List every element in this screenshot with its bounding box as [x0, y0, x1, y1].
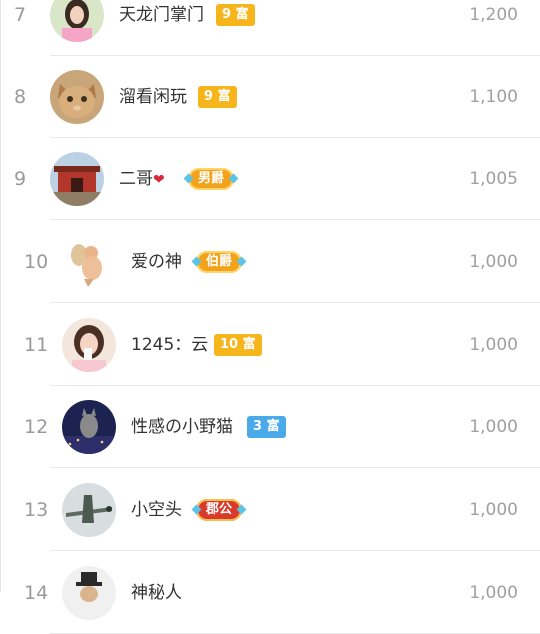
wealth-level-badge: 9 富 [216, 4, 255, 26]
gem-left-icon [191, 504, 202, 515]
noble-rank-badge: 郡公 [191, 499, 247, 521]
user-name[interactable]: 性感の小野猫 [131, 386, 233, 468]
gem-right-icon [228, 173, 239, 184]
rank-number: 11 [24, 334, 49, 356]
hat-man-avatar[interactable] [62, 566, 116, 620]
list-item[interactable]: 13 小空头 郡公 1,000 [0, 469, 540, 551]
user-name[interactable]: 爱の神 [131, 221, 182, 303]
gate-building-avatar[interactable] [50, 152, 104, 206]
gem-left-icon [191, 256, 202, 267]
badge-label: 伯爵 [206, 254, 233, 269]
user-name[interactable]: 小空头 [131, 469, 182, 551]
user-name[interactable]: 神秘人 [131, 552, 182, 634]
girl-photo-avatar[interactable] [62, 318, 116, 372]
list-item[interactable]: 10 爱の神 伯爵 1,000 [0, 221, 540, 303]
list-item[interactable]: 11 1245：云 10 富 1,000 [0, 304, 540, 386]
score-value: 1,005 [469, 169, 518, 189]
score-value: 1,000 [469, 500, 518, 520]
rank-number: 9 [14, 168, 27, 190]
badge-label: 男爵 [198, 171, 225, 186]
city-night-avatar[interactable] [62, 400, 116, 454]
score-value: 1,000 [469, 417, 518, 437]
score-value: 1,000 [469, 335, 518, 355]
user-name[interactable]: 1245：云 [131, 304, 208, 386]
wealth-level-badge: 3 富 [247, 416, 286, 438]
list-item[interactable]: 12 性感の小野猫 3 富 1,000 [0, 386, 540, 468]
gem-right-icon [236, 256, 247, 267]
user-name-text: 二哥 [119, 169, 153, 189]
cat-avatar[interactable] [50, 70, 104, 124]
wealth-level-badge: 10 富 [214, 334, 262, 356]
list-item[interactable]: 9 二哥❤ 男爵 1,005 [0, 138, 540, 220]
list-item[interactable]: 8 溜看闲玩 9 富 1,100 [0, 56, 540, 138]
noble-rank-badge: 男爵 [183, 168, 239, 190]
airplane-avatar[interactable] [62, 483, 116, 537]
wealth-level-badge: 9 富 [198, 86, 237, 108]
noble-rank-badge: 伯爵 [191, 251, 247, 273]
rank-number: 12 [24, 416, 49, 438]
badge-label: 郡公 [206, 502, 233, 517]
gem-left-icon [183, 173, 194, 184]
rank-number: 14 [24, 582, 49, 604]
score-value: 1,200 [469, 5, 518, 25]
rank-number: 7 [14, 4, 27, 26]
rank-number: 8 [14, 86, 27, 108]
rank-number: 10 [24, 251, 49, 273]
list-item[interactable]: 14 神秘人 1,000 [0, 552, 540, 634]
cupid-avatar[interactable] [62, 235, 116, 289]
heart-icon: ❤ [153, 172, 165, 188]
score-value: 1,000 [469, 252, 518, 272]
user-name[interactable]: 溜看闲玩 [119, 56, 187, 138]
score-value: 1,000 [469, 583, 518, 603]
user-name[interactable]: 天龙门掌门 [119, 0, 204, 56]
woman-photo-avatar[interactable] [50, 0, 104, 42]
score-value: 1,100 [469, 87, 518, 107]
user-name[interactable]: 二哥❤ [119, 138, 165, 220]
list-item[interactable]: 7 天龙门掌门 9 富 1,200 [0, 0, 540, 56]
rank-number: 13 [24, 499, 49, 521]
gem-right-icon [236, 504, 247, 515]
